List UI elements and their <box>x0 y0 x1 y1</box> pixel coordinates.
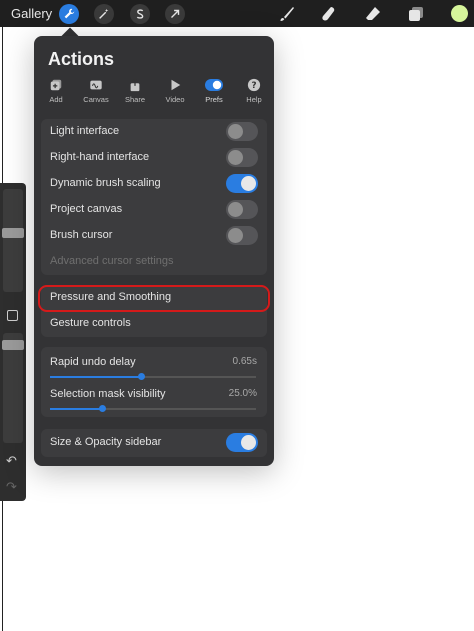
gesture-controls-link[interactable]: Gesture controls <box>50 317 131 329</box>
row-project-canvas: Project canvas <box>41 197 267 223</box>
selection-s-icon[interactable] <box>130 4 150 24</box>
svg-text:?: ? <box>251 81 256 91</box>
rapid-undo-delay-slider[interactable] <box>50 373 256 380</box>
actions-tabs: Add Canvas Share Video Prefs ? Help <box>42 77 266 107</box>
undo-icon[interactable]: ↶ <box>6 453 17 469</box>
row-brush-cursor: Brush cursor <box>41 223 267 249</box>
sidebar-settings-group: Size & Opacity sidebar <box>41 429 267 457</box>
setting-label: Brush cursor <box>50 229 113 241</box>
slider-value: 25.0% <box>228 388 257 399</box>
slider-settings-group: Rapid undo delay 0.65s Selection mask vi… <box>41 347 267 417</box>
slider-handle[interactable] <box>99 405 106 412</box>
tab-share[interactable]: Share <box>115 77 155 104</box>
wrench-icon[interactable] <box>59 4 79 24</box>
row-dynamic-brush-scaling: Dynamic brush scaling <box>41 171 267 197</box>
setting-label: Selection mask visibility <box>50 388 166 400</box>
slider-handle[interactable] <box>138 373 145 380</box>
pressure-smoothing-highlight <box>38 285 270 312</box>
video-play-icon <box>155 77 195 93</box>
panel-title: Actions <box>48 49 115 69</box>
layers-icon[interactable] <box>406 4 426 24</box>
setting-label: Right-hand interface <box>50 151 150 163</box>
actions-panel: Actions Add Canvas Share Video Prefs ? H… <box>34 36 274 466</box>
advanced-cursor-settings-link: Advanced cursor settings <box>50 255 174 267</box>
color-swatch[interactable] <box>451 5 468 22</box>
dynamic-brush-scaling-toggle[interactable] <box>226 174 258 193</box>
tab-canvas[interactable]: Canvas <box>76 77 116 104</box>
magic-wand-icon[interactable] <box>94 4 114 24</box>
row-right-hand-interface: Right-hand interface <box>41 145 267 171</box>
tab-label: Help <box>246 95 262 104</box>
light-interface-toggle[interactable] <box>226 122 258 141</box>
toggle-icon <box>194 77 234 93</box>
interface-settings-group: Light interface Right-hand interface Dyn… <box>41 119 267 275</box>
setting-label: Dynamic brush scaling <box>50 177 161 189</box>
brush-size-handle[interactable] <box>2 228 24 238</box>
opacity-handle[interactable] <box>2 340 24 350</box>
top-toolbar: Gallery <box>0 0 474 27</box>
tab-label: Share <box>124 95 145 104</box>
selection-mask-visibility-slider[interactable] <box>50 405 256 412</box>
setting-label: Light interface <box>50 125 120 137</box>
row-light-interface: Light interface <box>41 119 267 145</box>
gallery-button[interactable]: Gallery <box>11 6 52 21</box>
brush-size-slider[interactable] <box>3 189 23 292</box>
tab-label: Video <box>165 95 185 104</box>
share-icon <box>115 77 155 93</box>
row-gesture-controls[interactable]: Gesture controls <box>41 311 267 337</box>
tab-help[interactable]: ? Help <box>234 77 274 104</box>
tab-label: Prefs <box>205 95 223 104</box>
eyedropper-square-icon[interactable] <box>7 310 18 321</box>
add-icon <box>36 77 76 93</box>
row-size-opacity-sidebar: Size & Opacity sidebar <box>41 430 267 456</box>
smudge-icon[interactable] <box>319 4 339 24</box>
row-rapid-undo-delay: Rapid undo delay 0.65s <box>41 350 267 382</box>
help-icon: ? <box>234 77 274 93</box>
tab-label: Canvas <box>83 95 109 104</box>
right-hand-interface-toggle[interactable] <box>226 148 258 167</box>
setting-label: Size & Opacity sidebar <box>50 436 162 448</box>
row-advanced-cursor-settings: Advanced cursor settings <box>41 249 267 275</box>
size-opacity-sidebar-toggle[interactable] <box>226 433 258 452</box>
redo-icon[interactable]: ↷ <box>6 479 17 495</box>
slider-value: 0.65s <box>232 356 257 367</box>
setting-label: Project canvas <box>50 203 123 215</box>
tab-video[interactable]: Video <box>155 77 195 104</box>
tab-prefs[interactable]: Prefs <box>194 77 234 104</box>
brush-cursor-toggle[interactable] <box>226 226 258 245</box>
brush-icon[interactable] <box>277 4 297 24</box>
row-selection-mask-visibility: Selection mask visibility 25.0% <box>41 382 267 414</box>
left-sidebar: ↶ ↷ <box>0 183 26 501</box>
eraser-icon[interactable] <box>363 4 383 24</box>
tab-add[interactable]: Add <box>36 77 76 104</box>
setting-label: Rapid undo delay <box>50 356 136 368</box>
project-canvas-toggle[interactable] <box>226 200 258 219</box>
tab-label: Add <box>49 95 63 104</box>
canvas-icon <box>76 77 116 93</box>
transform-arrow-icon[interactable] <box>165 4 185 24</box>
